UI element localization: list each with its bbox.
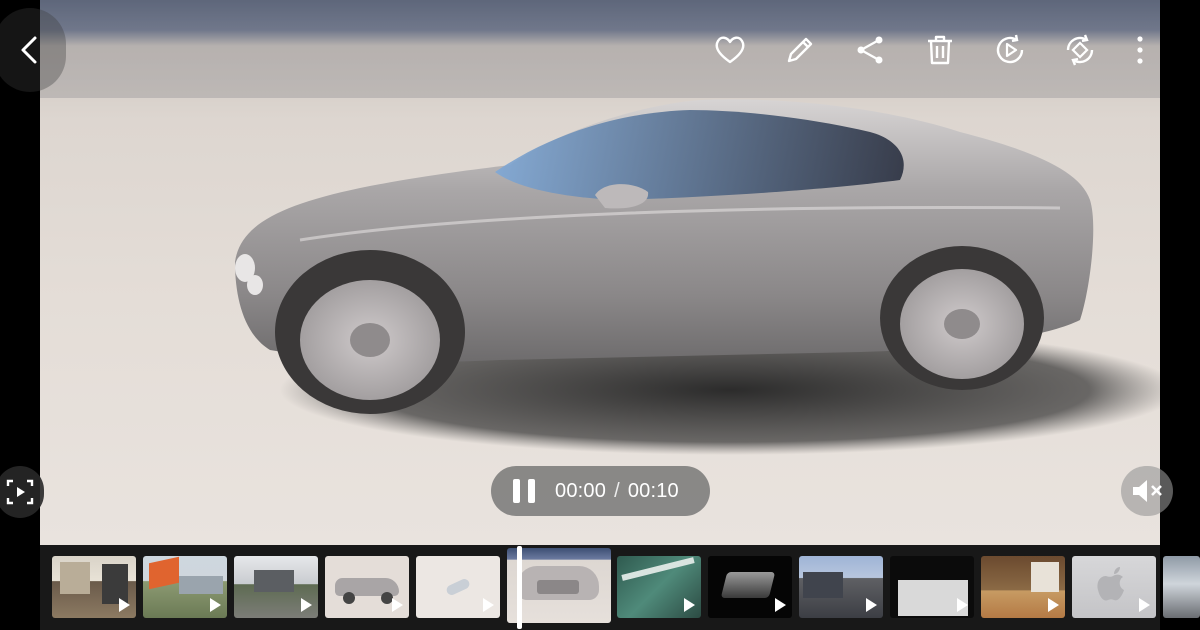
thumbnail[interactable] — [617, 556, 701, 618]
play-icon — [957, 598, 968, 612]
play-icon — [483, 598, 494, 612]
thumbnail[interactable] — [1163, 556, 1200, 618]
favorite-button[interactable] — [695, 26, 765, 74]
video-viewer[interactable] — [40, 0, 1160, 545]
play-icon — [392, 598, 403, 612]
thumbnail[interactable] — [143, 556, 227, 618]
current-time: 00:00 — [555, 479, 607, 502]
time-separator: / — [614, 479, 620, 502]
play-icon — [775, 598, 786, 612]
delete-button[interactable] — [905, 26, 975, 74]
back-arrow-icon — [21, 36, 37, 64]
filmstrip[interactable] — [0, 545, 1200, 630]
thumbnail[interactable] — [52, 556, 136, 618]
rotate-icon — [1066, 34, 1094, 66]
play-icon — [1048, 598, 1059, 612]
thumbnail[interactable] — [799, 556, 883, 618]
trash-icon — [928, 35, 952, 65]
back-button[interactable] — [0, 8, 66, 92]
play-icon — [119, 598, 130, 612]
more-button[interactable] — [1115, 26, 1165, 74]
play-icon — [210, 598, 221, 612]
heart-icon — [715, 36, 745, 64]
pencil-icon — [787, 37, 813, 63]
edit-button[interactable] — [765, 26, 835, 74]
thumbnail[interactable] — [890, 556, 974, 618]
thumbnail[interactable] — [1072, 556, 1156, 618]
top-toolbar — [695, 26, 1165, 74]
play-icon — [301, 598, 312, 612]
play-clip-button[interactable] — [975, 26, 1045, 74]
thumbnail[interactable] — [234, 556, 318, 618]
filmstrip-track — [40, 545, 1160, 630]
capture-frame-button[interactable] — [0, 466, 44, 518]
scrub-cursor[interactable] — [517, 546, 522, 629]
capture-video-icon — [6, 479, 34, 505]
playback-controls: 00:00 / 00:10 — [491, 466, 710, 516]
duration: 00:10 — [627, 479, 679, 502]
thumbnail[interactable] — [708, 556, 792, 618]
mute-button[interactable] — [1121, 466, 1173, 516]
thumbnail[interactable] — [325, 556, 409, 618]
play-icon — [866, 598, 877, 612]
pause-icon[interactable] — [513, 479, 535, 503]
play-rotate-icon — [996, 34, 1024, 64]
thumbnail[interactable] — [981, 556, 1065, 618]
thumbnail[interactable] — [416, 556, 500, 618]
share-icon — [857, 36, 883, 64]
rotate-button[interactable] — [1045, 26, 1115, 74]
thumbnail-active[interactable] — [507, 548, 611, 623]
share-button[interactable] — [835, 26, 905, 74]
video-frame-car — [235, 99, 1160, 455]
play-icon — [684, 598, 695, 612]
speaker-muted-icon — [1133, 480, 1162, 502]
more-vertical-icon — [1137, 36, 1143, 64]
play-icon — [1139, 598, 1150, 612]
